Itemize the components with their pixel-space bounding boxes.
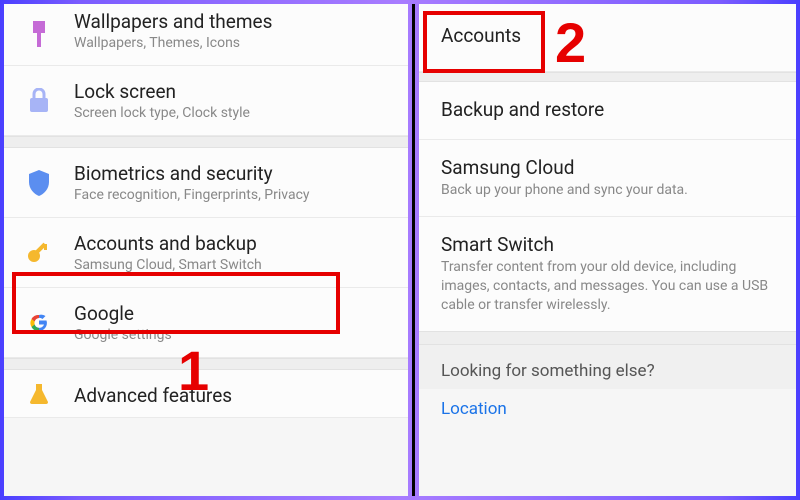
key-icon bbox=[24, 238, 54, 268]
item-subtitle: Samsung Cloud, Smart Switch bbox=[74, 257, 394, 273]
section-gap bbox=[419, 331, 796, 345]
item-title: Advanced features bbox=[74, 384, 394, 407]
item-title: Biometrics and security bbox=[74, 162, 394, 185]
item-subtitle: Wallpapers, Themes, Icons bbox=[74, 35, 394, 51]
panel-divider bbox=[412, 4, 415, 496]
menu-item-backup-restore[interactable]: Backup and restore bbox=[419, 82, 796, 140]
settings-item-accounts-backup[interactable]: Accounts and backup Samsung Cloud, Smart… bbox=[4, 218, 408, 288]
section-gap bbox=[4, 358, 408, 370]
settings-item-lockscreen[interactable]: Lock screen Screen lock type, Clock styl… bbox=[4, 66, 408, 136]
item-title: Accounts and backup bbox=[74, 232, 394, 255]
item-title: Smart Switch bbox=[441, 233, 774, 256]
section-gap bbox=[4, 136, 408, 148]
item-title: Lock screen bbox=[74, 80, 394, 103]
item-subtitle: Transfer content from your old device, i… bbox=[441, 258, 774, 315]
settings-item-wallpapers[interactable]: Wallpapers and themes Wallpapers, Themes… bbox=[4, 4, 408, 66]
section-gap bbox=[419, 72, 796, 82]
item-title: Google bbox=[74, 302, 394, 325]
google-icon bbox=[24, 308, 54, 338]
shield-icon bbox=[24, 168, 54, 198]
brush-icon bbox=[24, 20, 54, 50]
settings-item-biometrics[interactable]: Biometrics and security Face recognition… bbox=[4, 148, 408, 218]
flask-icon bbox=[24, 379, 54, 409]
item-subtitle: Screen lock type, Clock style bbox=[74, 105, 394, 121]
footer-section-label: Looking for something else? bbox=[419, 345, 796, 389]
item-title: Samsung Cloud bbox=[441, 156, 774, 179]
menu-item-samsung-cloud[interactable]: Samsung Cloud Back up your phone and syn… bbox=[419, 140, 796, 217]
settings-list-panel: Wallpapers and themes Wallpapers, Themes… bbox=[4, 4, 408, 496]
item-title: Backup and restore bbox=[441, 98, 774, 121]
item-subtitle: Back up your phone and sync your data. bbox=[441, 181, 774, 200]
menu-item-smart-switch[interactable]: Smart Switch Transfer content from your … bbox=[419, 217, 796, 331]
settings-item-advanced[interactable]: Advanced features bbox=[4, 370, 408, 418]
footer-link-location[interactable]: Location bbox=[419, 389, 796, 429]
settings-item-google[interactable]: Google Google settings bbox=[4, 288, 408, 358]
item-title: Accounts bbox=[441, 24, 774, 47]
item-subtitle: Google settings bbox=[74, 327, 394, 343]
menu-item-accounts[interactable]: Accounts bbox=[419, 4, 796, 72]
accounts-backup-panel: Accounts Backup and restore Samsung Clou… bbox=[419, 4, 796, 496]
lock-icon bbox=[24, 86, 54, 116]
item-subtitle: Face recognition, Fingerprints, Privacy bbox=[74, 187, 394, 203]
item-title: Wallpapers and themes bbox=[74, 10, 394, 33]
